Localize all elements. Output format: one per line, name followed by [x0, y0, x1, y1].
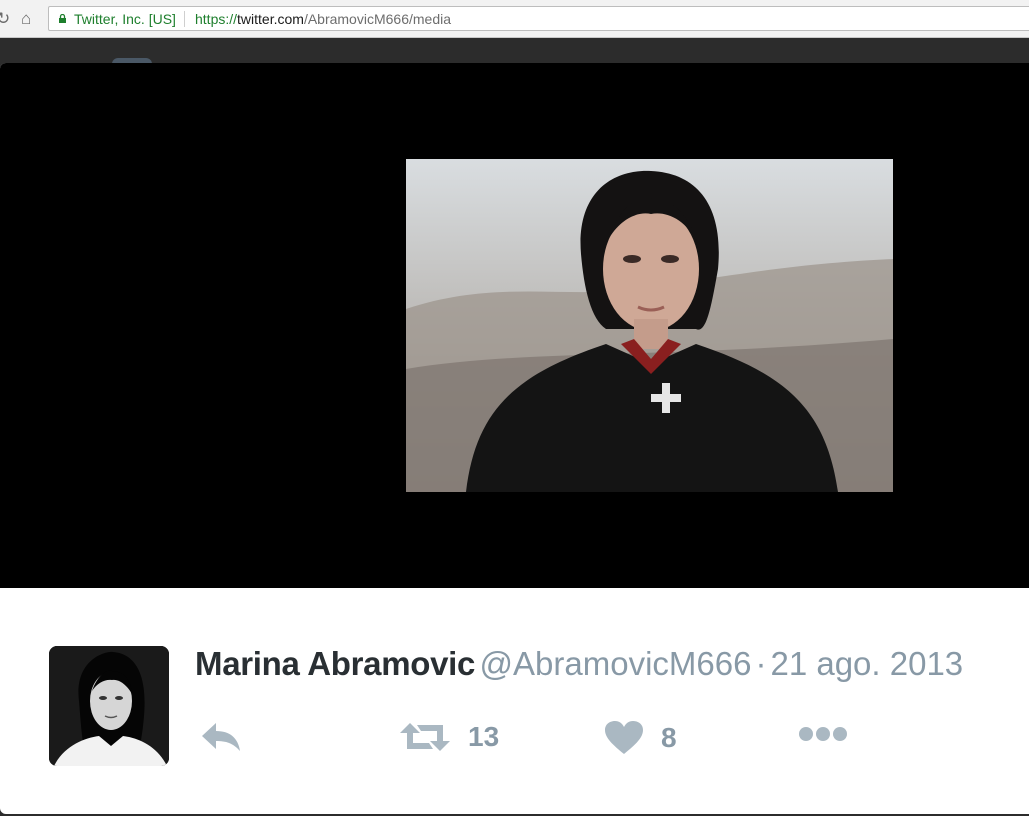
- more-icon: [799, 727, 847, 741]
- reply-button[interactable]: [200, 721, 242, 753]
- media-stage[interactable]: [0, 63, 1029, 588]
- retweet-button[interactable]: 13: [400, 721, 499, 753]
- address-bar[interactable]: Twitter, Inc. [US] https://twitter.com/A…: [48, 6, 1029, 31]
- browser-toolbar: ↻ ⌂ Twitter, Inc. [US] https://twitter.c…: [0, 0, 1029, 38]
- retweet-icon: [400, 723, 450, 751]
- header-separator: ·: [755, 645, 767, 682]
- lock-icon: [59, 14, 66, 23]
- tweet-actions: 13 8: [195, 721, 875, 761]
- like-count: 8: [661, 722, 677, 753]
- retweet-count: 13: [468, 721, 500, 752]
- url-path: /AbramovicM666/media: [303, 11, 451, 27]
- url-text[interactable]: https://twitter.com/AbramovicM666/media: [195, 11, 451, 27]
- tweet-date[interactable]: 21 ago. 2013: [770, 645, 963, 682]
- more-button[interactable]: [798, 725, 848, 743]
- home-icon[interactable]: ⌂: [21, 9, 31, 29]
- tweet-photo[interactable]: [406, 159, 893, 492]
- like-button[interactable]: 8: [605, 721, 677, 755]
- heart-icon: [605, 721, 643, 754]
- media-modal: Marina Abramovic @AbramovicM666 · 21 ago. …: [0, 63, 1029, 814]
- url-host: twitter.com: [237, 11, 304, 27]
- author-avatar[interactable]: [49, 646, 169, 766]
- reply-icon: [202, 723, 240, 751]
- url-protocol: https://: [195, 11, 238, 27]
- site-identity[interactable]: Twitter, Inc. [US]: [74, 11, 185, 27]
- reload-icon[interactable]: ↻: [0, 9, 10, 29]
- author-name[interactable]: Marina Abramovic: [195, 645, 475, 682]
- tweet-header: Marina Abramovic @AbramovicM666 · 21 ago. …: [195, 645, 963, 683]
- author-handle[interactable]: @AbramovicM666: [480, 645, 752, 682]
